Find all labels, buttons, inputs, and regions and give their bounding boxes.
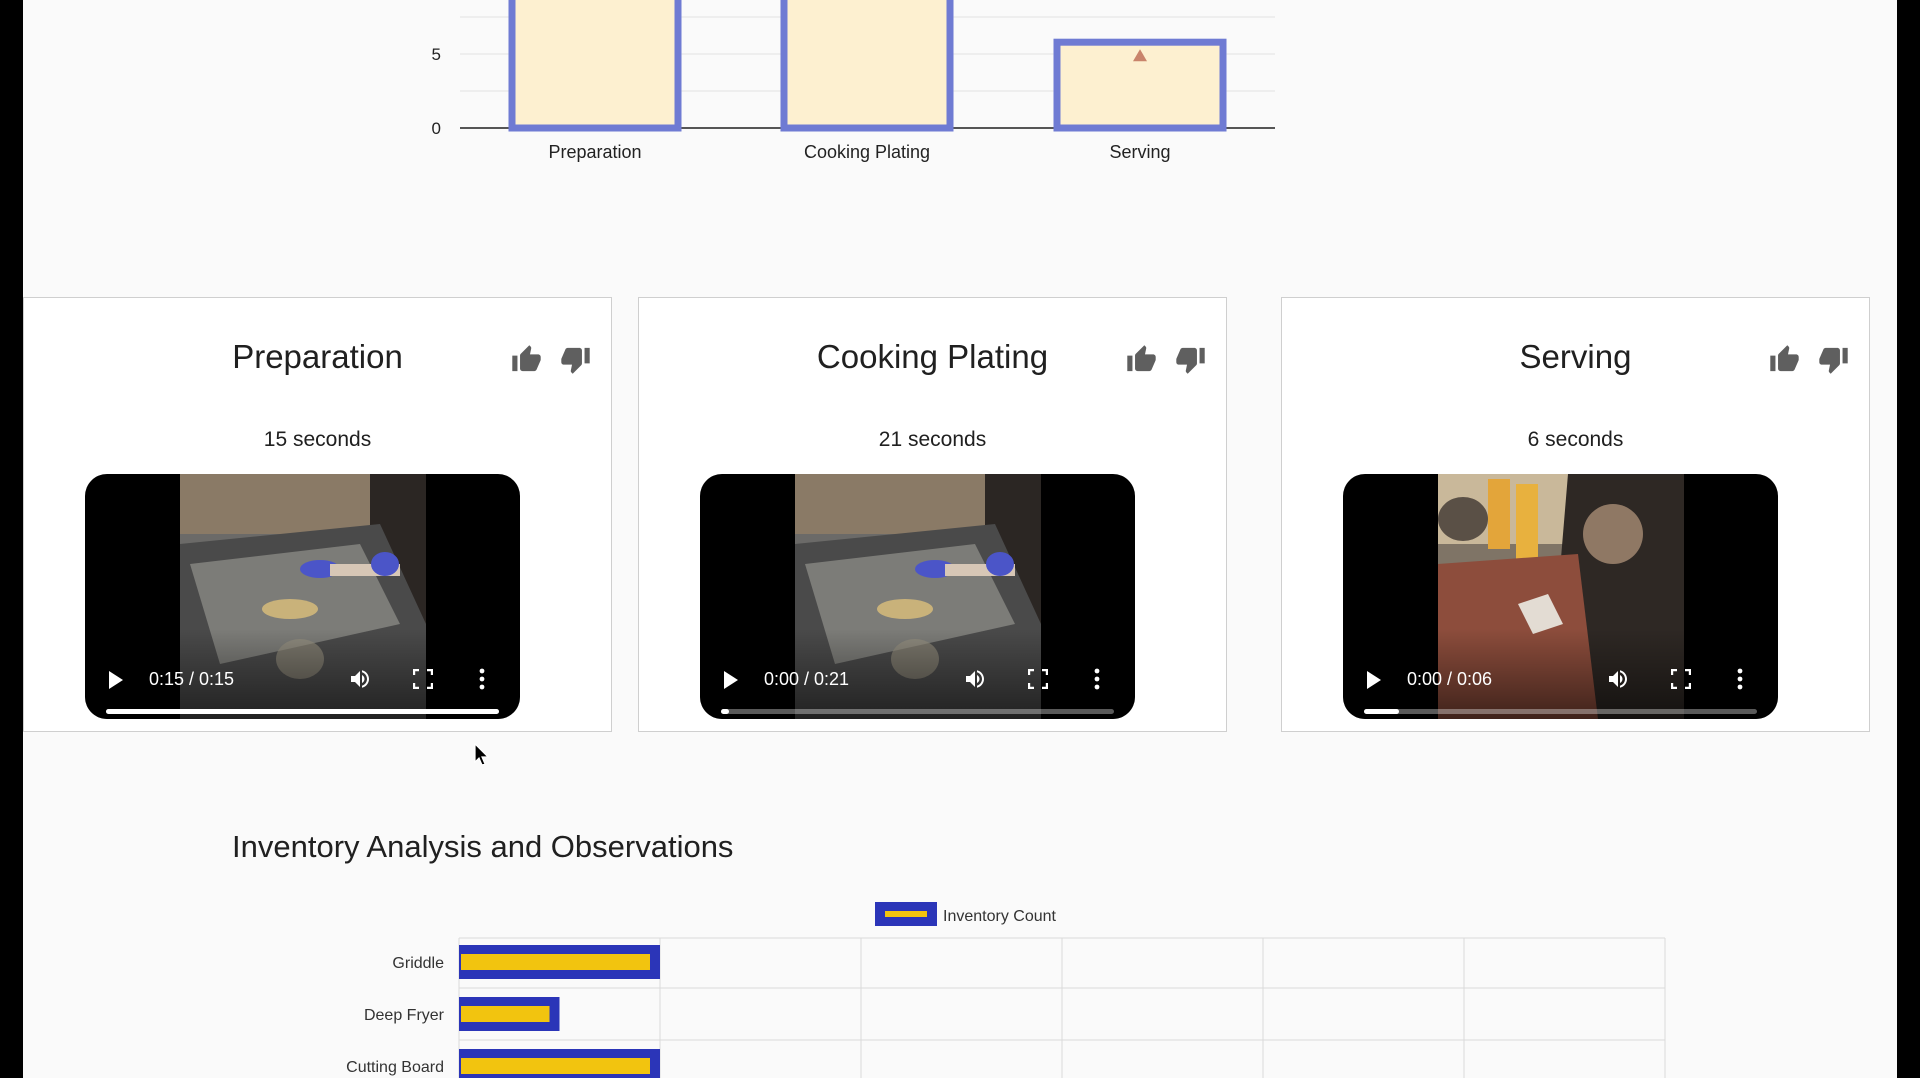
stage-card-preparation: Preparation 15 seconds 0:15 / 0:15 [23,297,612,732]
inventory-bar-fill [461,954,650,970]
thumbs-down-icon[interactable] [1175,344,1206,375]
play-icon[interactable] [109,671,123,689]
stage-card-serving: Serving 6 seconds 0:00 / 0:06 [1281,297,1870,732]
duration-label: 6 seconds [1527,428,1624,451]
bar-preparation[interactable] [508,0,682,132]
video-player[interactable]: 0:00 / 0:06 [1343,474,1778,719]
x-tick-label: Cooking Plating [804,142,930,162]
legend-label: Inventory Count [943,908,1057,925]
time-display: 0:00 / 0:06 [1407,669,1493,689]
video-progress-track[interactable] [721,709,1114,714]
y-tick-label: 5 [432,45,441,64]
video-progress-track[interactable] [1364,709,1757,714]
fullscreen-icon[interactable] [1028,669,1048,689]
volume-icon[interactable] [347,667,373,691]
y-tick-label: 0 [432,119,441,138]
fullscreen-icon[interactable] [1671,669,1691,689]
video-progress-track[interactable] [106,709,499,714]
more-vert-icon[interactable] [1737,667,1743,691]
more-vert-icon[interactable] [479,667,485,691]
play-icon[interactable] [724,671,738,689]
inventory-bar-fill [461,1058,650,1074]
y-category-label: Deep Fryer [364,1007,445,1024]
x-tick-label: Preparation [548,142,641,162]
video-controls: 0:15 / 0:15 [85,629,520,719]
thumbs-down-icon[interactable] [1818,344,1849,375]
y-category-label: Cutting Board [346,1059,444,1076]
duration-label: 15 seconds [263,428,372,451]
video-controls: 0:00 / 0:06 [1343,629,1778,719]
more-vert-icon[interactable] [1094,667,1100,691]
play-icon[interactable] [1367,671,1381,689]
stage-card-cooking-plating: Cooking Plating 21 seconds 0:00 / 0:21 [638,297,1227,732]
x-tick-label: Serving [1109,142,1170,162]
thumbs-up-icon[interactable] [1769,344,1800,375]
thumbs-up-icon[interactable] [1126,344,1157,375]
video-player[interactable]: 0:00 / 0:21 [700,474,1135,719]
inventory-section-title: Inventory Analysis and Observations [232,829,734,864]
inventory-bar-fill [461,1006,550,1022]
mouse-cursor-icon [474,743,490,766]
time-display: 0:00 / 0:21 [764,669,850,689]
legend-swatch-inner [885,911,927,917]
duration-label: 21 seconds [878,428,987,451]
bar-cooking-plating[interactable] [780,0,954,132]
volume-icon[interactable] [1605,667,1631,691]
thumbs-up-icon[interactable] [511,344,542,375]
video-player[interactable]: 0:15 / 0:15 [85,474,520,719]
video-controls: 0:00 / 0:21 [700,629,1135,719]
time-display: 0:15 / 0:15 [149,669,235,689]
inventory-chart: Inventory Count Griddle Deep Fryer Cutting … [346,902,1666,1078]
volume-icon[interactable] [962,667,988,691]
page: 0 5 Preparation Cooking Plating Serving Prep… [23,0,1897,1078]
video-progress-fill [721,709,729,714]
video-progress-fill [1364,709,1400,714]
stage-duration-chart: 0 5 Preparation Cooking Plating Serving [432,0,1275,162]
y-category-label: Griddle [392,955,444,972]
thumbs-down-icon[interactable] [560,344,591,375]
fullscreen-icon[interactable] [413,669,433,689]
video-progress-fill [106,709,499,714]
